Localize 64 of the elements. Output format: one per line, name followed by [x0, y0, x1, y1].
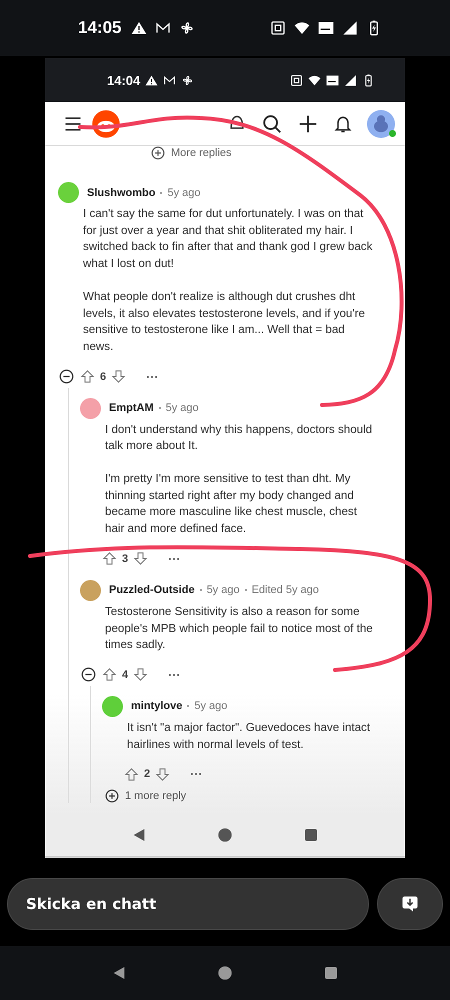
- warning-icon: [145, 74, 158, 86]
- signal-icon: [344, 74, 357, 86]
- timestamp: 5y ago: [166, 402, 199, 414]
- downvote-icon[interactable]: [155, 766, 170, 782]
- downvote-icon[interactable]: [111, 369, 126, 384]
- user-avatar-icon[interactable]: [367, 110, 395, 138]
- signal-icon: [342, 20, 358, 36]
- wifi-icon: [294, 20, 310, 36]
- chat-input-field[interactable]: Skicka en chatt: [7, 878, 369, 930]
- username[interactable]: Slushwombo: [87, 186, 156, 198]
- recents-icon[interactable]: [323, 965, 339, 981]
- more-replies-link[interactable]: 1 more reply: [105, 789, 186, 804]
- nfc-icon: [290, 74, 303, 86]
- chat-download-icon: [401, 895, 419, 913]
- separator-dot: [160, 192, 162, 194]
- downvote-icon[interactable]: [133, 667, 148, 682]
- comment-text: It isn't "a major factor". Guevedoces have intact hairlines with normal levels of test.: [127, 720, 372, 753]
- collapse-icon[interactable]: [58, 369, 74, 384]
- plus-circle-icon: [151, 146, 165, 160]
- timestamp: 5y ago: [206, 584, 240, 596]
- comment-text: What people don't realize is although dut crushes dht levels, it also elevates testosterone levels, and if you're sensitive to testosterone like I am... Well that = bad news.: [83, 288, 366, 355]
- home-icon[interactable]: [217, 965, 233, 981]
- more-replies-link[interactable]: More replies: [151, 146, 232, 160]
- timestamp: 5y ago: [167, 186, 200, 198]
- bell-icon[interactable]: [333, 114, 353, 134]
- back-icon[interactable]: [111, 965, 127, 981]
- separator-dot: [200, 589, 202, 592]
- mail-icon: [163, 74, 176, 86]
- separator-dot: [158, 407, 161, 410]
- fan-icon: [181, 74, 194, 86]
- comment-text: I don't understand why this happens, doctors should talk more about It.: [105, 422, 374, 454]
- vote-count: 2: [144, 768, 150, 780]
- home-icon[interactable]: [217, 826, 233, 842]
- vote-count: 3: [122, 552, 128, 565]
- logo-icon[interactable]: [91, 108, 121, 138]
- comment-text: I'm pretty I'm more sensitive to test than dht. My thinning started right after my body changed and became more masculine like chest muscle, chest hair and more defined face.: [105, 471, 358, 538]
- username[interactable]: mintylove: [131, 700, 182, 712]
- save-snap-button[interactable]: [377, 878, 443, 930]
- fan-icon: [179, 20, 196, 36]
- status-time: 14:04: [107, 72, 140, 88]
- separator-dot: [244, 589, 247, 592]
- status-time: 14:05: [78, 18, 122, 38]
- upvote-icon[interactable]: [102, 667, 117, 682]
- edited-label: Edited 5y ago: [252, 584, 319, 596]
- warning-icon: [131, 20, 148, 36]
- wifi-icon: [308, 74, 321, 86]
- back-icon[interactable]: [131, 826, 147, 842]
- upvote-icon[interactable]: [102, 551, 117, 566]
- timestamp: 5y ago: [194, 700, 228, 712]
- username[interactable]: Puzzled-Outside: [109, 584, 195, 596]
- downvote-icon[interactable]: [133, 551, 148, 566]
- plus-circle-icon: [105, 789, 119, 804]
- comment-text: Testosterone Sensitivity is also a reason for some people's MPB which people fail to notice most of the times sadly.: [105, 604, 374, 654]
- search-icon[interactable]: [261, 112, 283, 134]
- vote-count: 6: [100, 370, 106, 383]
- collapse-icon[interactable]: [80, 667, 96, 682]
- nfc-icon: [270, 20, 286, 36]
- separator-dot: [187, 705, 190, 708]
- vote-count: 4: [122, 668, 128, 681]
- upvote-icon[interactable]: [80, 369, 95, 384]
- comment-text: I can't say the same for dut unfortunately. I was on that for just over a year and that shit obliterated my hair. I switched back to fin after that and thank god I grew back what I lost on dut!: [83, 206, 374, 272]
- recents-icon[interactable]: [303, 826, 319, 842]
- username[interactable]: EmptAM: [109, 402, 154, 414]
- upvote-icon[interactable]: [124, 766, 139, 782]
